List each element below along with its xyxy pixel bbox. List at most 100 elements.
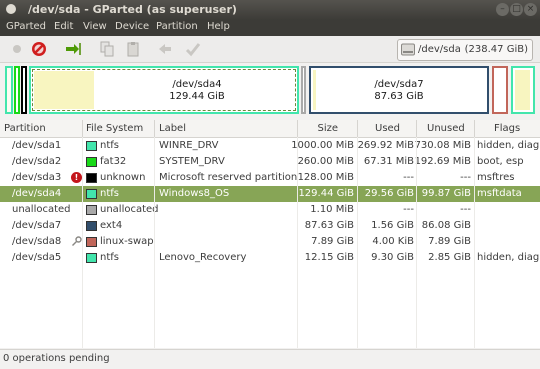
table-row[interactable]: /dev/sda8 linux-swap 7.89 GiB 4.00 KiB 7.89 … [0, 234, 540, 250]
map-block-sda7[interactable]: /dev/sda7 87.63 GiB [309, 66, 489, 114]
col-flags[interactable]: Flags [494, 123, 520, 134]
cell-label: Windows8_OS [159, 188, 230, 199]
column-divider [474, 137, 475, 348]
paste-icon[interactable] [124, 40, 142, 58]
window-title: /dev/sda - GParted (as superuser) [28, 3, 237, 16]
map-block-sda5[interactable] [511, 66, 535, 114]
new-icon[interactable] [8, 40, 26, 58]
minimize-button[interactable]: – [496, 3, 509, 16]
cell-filesystem: ext4 [100, 220, 123, 231]
header-divider [474, 120, 475, 137]
col-filesystem[interactable]: File System [86, 123, 143, 134]
map-block-sda1[interactable] [5, 66, 13, 114]
menu-view[interactable]: View [83, 21, 107, 32]
device-selector[interactable]: /dev/sda (238.47 GiB) [397, 39, 533, 61]
cell-size: 87.63 GiB [304, 220, 354, 231]
column-divider [154, 137, 155, 348]
device-size: (238.47 GiB) [464, 44, 528, 55]
cell-size: 12.15 GiB [304, 252, 354, 263]
header-divider [82, 120, 83, 137]
table-row[interactable]: unallocated unallocated 1.10 MiB --- --- [0, 202, 540, 218]
cell-filesystem: ntfs [100, 252, 119, 263]
copy-icon[interactable] [98, 40, 116, 58]
cell-size: 7.89 GiB [311, 236, 354, 247]
header-divider [357, 120, 358, 137]
menu-gparted[interactable]: GParted [6, 21, 46, 32]
sda4-used-fill [34, 71, 94, 109]
column-divider [357, 137, 358, 348]
cell-size: 128.00 MiB [297, 172, 354, 183]
table-row[interactable]: /dev/sda1 ntfs WINRE_DRV 1000.00 MiB 269.92 … [0, 138, 540, 154]
menu-partition[interactable]: Partition [156, 21, 198, 32]
cell-partition: /dev/sda5 [12, 252, 62, 263]
resize-move-icon[interactable] [64, 40, 82, 58]
warning-icon: ! [71, 172, 82, 183]
map-block-sda8[interactable] [492, 66, 508, 114]
map-sda4-size: 129.44 GiB [169, 91, 225, 102]
menu-help[interactable]: Help [207, 21, 230, 32]
delete-icon[interactable] [30, 40, 48, 58]
apply-icon[interactable] [184, 40, 202, 58]
cell-size: 129.44 GiB [298, 188, 354, 199]
key-icon [72, 236, 82, 246]
cell-size: 260.00 MiB [297, 156, 354, 167]
table-row[interactable]: /dev/sda5 ntfs Lenovo_Recovery 12.15 GiB 9.3… [0, 250, 540, 266]
cell-unused: 730.08 MiB [414, 140, 471, 151]
cell-filesystem: fat32 [100, 156, 127, 167]
fs-color-swatch [86, 157, 97, 167]
menu-edit[interactable]: Edit [54, 21, 73, 32]
status-text: 0 operations pending [3, 353, 110, 364]
table-row[interactable]: /dev/sda7 ext4 87.63 GiB 1.56 GiB 86.08 GiB [0, 218, 540, 234]
table-row[interactable]: /dev/sda2 fat32 SYSTEM_DRV 260.00 MiB 67.31 … [0, 154, 540, 170]
maximize-button[interactable]: □ [510, 3, 523, 16]
menu-device[interactable]: Device [115, 21, 149, 32]
cell-partition: /dev/sda7 [12, 220, 62, 231]
fs-color-swatch [86, 237, 97, 247]
cell-filesystem: unallocated [100, 204, 159, 215]
map-block-unallocated[interactable] [301, 66, 306, 114]
fs-color-swatch [86, 221, 97, 231]
fs-color-swatch [86, 253, 97, 263]
map-block-sda4[interactable]: /dev/sda4 129.44 GiB [29, 66, 299, 114]
col-used[interactable]: Used [375, 123, 400, 134]
cell-label: Lenovo_Recovery [159, 252, 247, 263]
header-divider [416, 120, 417, 137]
cell-size: 1.10 MiB [310, 204, 354, 215]
cell-unused: 192.69 MiB [414, 156, 471, 167]
col-label[interactable]: Label [159, 123, 186, 134]
table-header: Partition File System Label Size Used Un… [0, 120, 540, 138]
col-size[interactable]: Size [298, 123, 338, 134]
cell-unused: --- [460, 172, 471, 183]
cell-filesystem: unknown [100, 172, 146, 183]
harddisk-icon [401, 43, 415, 56]
cell-partition: unallocated [12, 204, 71, 215]
cell-unused: 2.85 GiB [428, 252, 471, 263]
map-block-sda3[interactable] [21, 66, 27, 114]
cell-used: --- [403, 172, 414, 183]
column-divider [416, 137, 417, 348]
col-partition[interactable]: Partition [4, 123, 46, 134]
cell-partition: /dev/sda1 [12, 140, 62, 151]
close-button[interactable]: × [524, 3, 537, 16]
cell-partition: /dev/sda2 [12, 156, 62, 167]
cell-flags: hidden, diag [477, 140, 540, 151]
cell-label: SYSTEM_DRV [159, 156, 225, 167]
fs-color-swatch [86, 173, 97, 183]
table-row[interactable]: /dev/sda4 ntfs Windows8_OS 129.44 GiB 29.56 … [0, 186, 540, 202]
cell-flags: boot, esp [477, 156, 524, 167]
col-unused[interactable]: Unused [427, 123, 465, 134]
cell-flags: hidden, diag [477, 252, 540, 263]
cell-used: 67.31 MiB [363, 156, 414, 167]
fs-color-swatch [86, 205, 97, 215]
cell-partition: /dev/sda3 [12, 172, 62, 183]
undo-icon[interactable] [156, 40, 174, 58]
fs-color-swatch [86, 141, 97, 151]
map-block-sda2[interactable] [14, 66, 20, 114]
title-bar: /dev/sda - GParted (as superuser) – □ × [0, 0, 540, 20]
table-row[interactable]: /dev/sda3! unknown Microsoft reserved part… [0, 170, 540, 186]
sda5-used-fill [515, 70, 530, 110]
cell-label: Microsoft reserved partition [159, 172, 298, 183]
fs-color-swatch [86, 189, 97, 199]
cell-partition: /dev/sda8 [12, 236, 62, 247]
close-window-button[interactable] [6, 4, 16, 14]
